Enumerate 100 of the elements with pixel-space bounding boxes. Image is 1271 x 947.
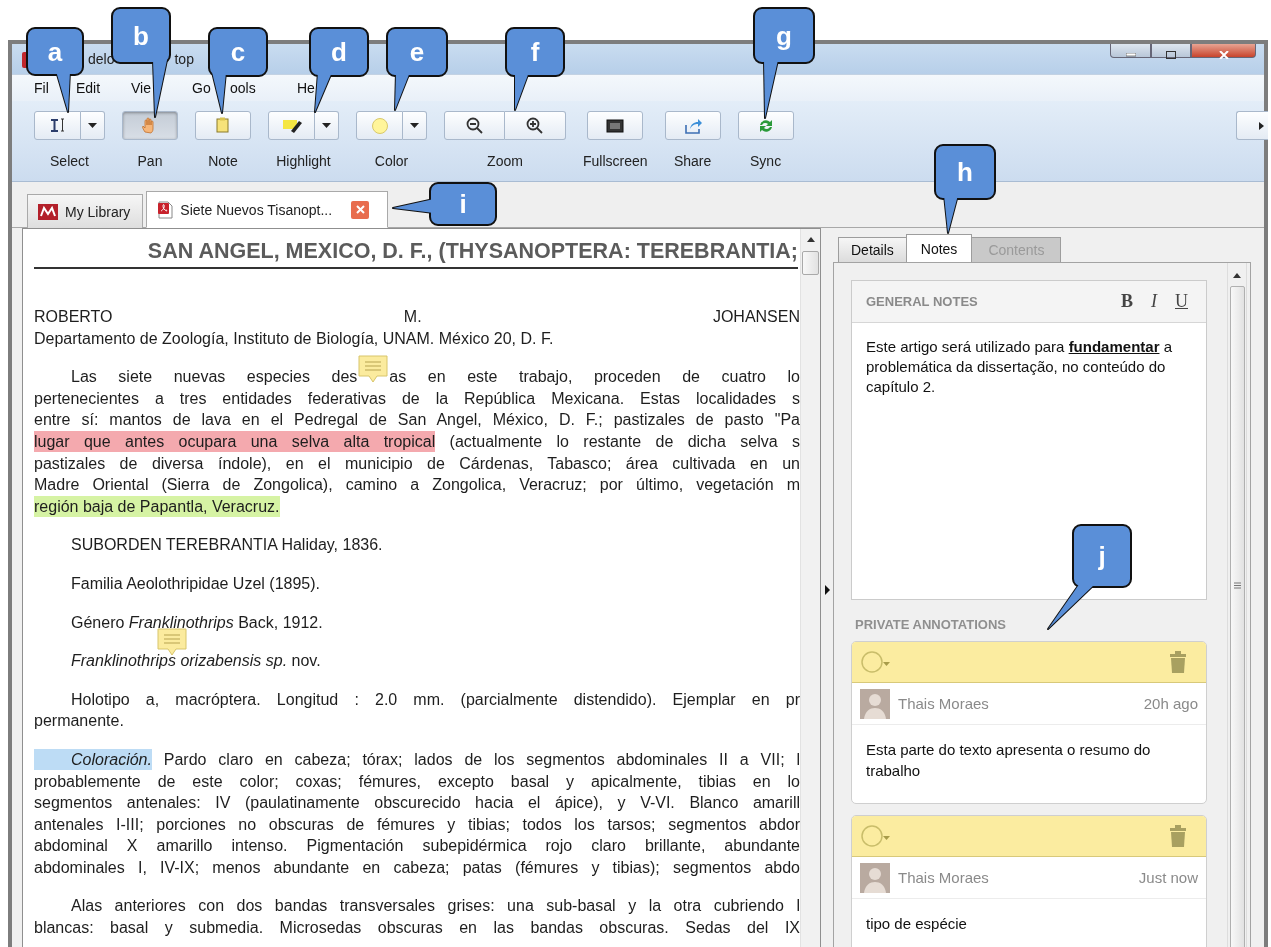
caret-icon xyxy=(88,123,97,128)
sync-button[interactable] xyxy=(737,111,794,140)
zoom-out-icon xyxy=(464,115,485,136)
text-line: ROBERTO M. JOHANSEN xyxy=(34,308,800,325)
tab-close-button[interactable] xyxy=(351,200,370,219)
text-line: abdominal X amarillo intenso. Pigmentación subepidérmica rojo claro brillante, abundante xyxy=(34,837,800,855)
close-icon xyxy=(1218,50,1229,59)
tool-label: Select xyxy=(50,153,89,169)
annotation-text: tipo de espécie xyxy=(865,914,968,934)
text-line: permanente. xyxy=(34,712,124,730)
splitter-arrow-icon[interactable] xyxy=(824,585,830,595)
tool-label: Share xyxy=(673,153,712,169)
avatar-silhouette-icon xyxy=(860,688,890,719)
tool-label: Zoom xyxy=(487,153,523,169)
callout-letter: d xyxy=(331,37,347,67)
text-line: Las siete nuevas especies des xyxy=(70,368,358,386)
text-line: pertenecientes a tres entidades federativas de la República Mexicana. Estas localidades s xyxy=(34,389,800,407)
menu-item[interactable]: Fil xyxy=(34,80,49,96)
menu-item[interactable]: Vie xyxy=(131,80,151,96)
menu-item[interactable]: He xyxy=(297,80,315,96)
close-button[interactable] xyxy=(1191,44,1256,58)
text-line: blancas: basal y submedia. Microsedas obscuras en las bandas obscuras. Sedas del IX xyxy=(34,919,800,937)
author-name: Thais Moraes xyxy=(898,869,990,886)
dropdown-button[interactable] xyxy=(403,111,427,140)
scrollbar-thumb[interactable] xyxy=(1229,285,1245,947)
text-line: Madre Oriental (Sierra de Zongolica), camino a Zongolica, Veracruz; por último, vegetación m xyxy=(34,476,800,494)
scrollbar[interactable] xyxy=(800,229,820,947)
highlighted-text: lugar que antes ocupara una selva alta tropical xyxy=(34,430,436,452)
tool-label: Pan xyxy=(137,153,163,169)
document-tab[interactable]: Siete Nuevos Tisanopt... xyxy=(146,191,389,228)
panel-tab[interactable]: Notes xyxy=(905,234,973,262)
text-line: probablemente de este color; coxas; fémures, excepto basal y apicalmente, tibias en lo xyxy=(34,772,800,790)
text-cursor-button[interactable] xyxy=(34,111,81,140)
panel-tab[interactable]: Details xyxy=(838,237,907,262)
callout-letter: j xyxy=(1098,541,1106,571)
pdf-file-icon xyxy=(157,200,174,219)
chevron-icon xyxy=(1259,121,1264,130)
window-title: delo xyxy=(88,51,115,67)
timestamp: Just now xyxy=(1138,869,1198,886)
zoom-out-button[interactable] xyxy=(444,111,505,140)
callout-letter: a xyxy=(47,36,63,67)
dropdown-button[interactable] xyxy=(315,111,339,140)
callout-letter: b xyxy=(133,20,149,51)
text-line: Franklinothrips orizabensis sp. nov. xyxy=(70,652,321,670)
tab-label: Siete Nuevos Tisanopt... xyxy=(180,201,333,218)
grip-icon xyxy=(1233,581,1241,589)
zoom-in-button[interactable] xyxy=(505,111,566,140)
text-line: pastizales de diversa índole), en el municipio de Cárdenas, Tabasco; área cultivada en un xyxy=(34,454,800,472)
toolbar-overflow-button[interactable] xyxy=(1236,111,1268,140)
scrollbar-thumb[interactable] xyxy=(802,251,819,275)
maximize-icon xyxy=(1166,50,1176,59)
caret-icon xyxy=(410,123,419,128)
callout-letter: f xyxy=(530,37,540,67)
callout-letter: c xyxy=(230,37,246,67)
scroll-up-arrow-icon[interactable] xyxy=(1233,273,1241,278)
scrollbar[interactable] xyxy=(1227,263,1247,947)
menu-item[interactable]: ools xyxy=(230,80,256,96)
highlighted-text: Coloración. xyxy=(34,748,152,770)
zoom-in-icon xyxy=(525,115,545,136)
text-line: antenales I-III; porciones no obscuras de fémures y tibias; todos los tarsos; segmentos abdor xyxy=(34,815,800,833)
minimize-button[interactable] xyxy=(1110,44,1151,58)
text-line: entre sí: mantos de lava en el Pedregal de San Angel, México, D. F.; pastizales de pasto "Pa xyxy=(34,411,800,429)
callout-letter: h xyxy=(957,157,973,187)
library-logo-icon xyxy=(38,203,58,220)
annotation-text: Esta parte do texto apresenta o resumo do trabalho xyxy=(865,740,1152,781)
text-line: Departamento de Zoología, Instituto de Biología, UNAM. México 20, D. F. xyxy=(34,329,554,347)
avatar-silhouette-icon xyxy=(860,862,890,893)
document-tab[interactable]: My Library xyxy=(27,194,144,228)
tool-label: Sync xyxy=(750,153,782,169)
menu-item[interactable]: Edit xyxy=(76,80,101,96)
fullscreen-button[interactable] xyxy=(587,111,644,140)
share-button[interactable] xyxy=(664,111,721,140)
text-line: Back, 1912. xyxy=(237,613,323,631)
text-line: as en este trabajo, proceden de cuatro lo xyxy=(389,368,800,386)
caret-icon xyxy=(322,123,331,128)
scroll-up-arrow-icon[interactable] xyxy=(806,237,815,242)
tool-label: Color xyxy=(374,153,409,169)
format-button[interactable]: U xyxy=(1169,291,1194,312)
section-title: PRIVATE ANNOTATIONS xyxy=(855,617,1007,632)
text-line: abdominales I, IV-IX; menos abundante en cabeza; patas (fémures y tibias); segmentos abdo xyxy=(34,858,800,876)
highlighted-text: región baja de Papantla, Veracruz. xyxy=(34,495,280,517)
tool-label: Note xyxy=(208,153,238,169)
color-circle-button[interactable] xyxy=(356,111,403,140)
section-title: GENERAL NOTES xyxy=(866,294,979,309)
text-line: segmentos antenales: IV (paulatinamente obscurecido hacia el ápice), y V-VI. Blanco amarill xyxy=(34,794,800,812)
dropdown-button[interactable] xyxy=(81,111,105,140)
timestamp: 20h ago xyxy=(1143,695,1198,712)
text-line: Pardo claro en cabeza; tórax; lados de los segmentos abdominales II a VII; l xyxy=(162,750,800,768)
minimize-icon xyxy=(1125,52,1136,57)
highlighter-button[interactable] xyxy=(268,111,315,140)
format-button[interactable]: I xyxy=(1145,291,1163,312)
callout-letter: g xyxy=(776,20,792,51)
maximize-button[interactable] xyxy=(1151,44,1191,58)
menu-item[interactable]: Go xyxy=(192,80,211,96)
document-heading: SAN ANGEL, MEXICO, D. F., (THYSANOPTERA: TEREBRANTIA; xyxy=(34,237,798,269)
format-button[interactable]: B xyxy=(1115,291,1139,312)
callout-letter: i xyxy=(459,189,467,219)
text-line: Género Franklinothrips xyxy=(70,613,234,631)
text-line: Alas anteriores con dos bandas transversales grises: una sub-basal y la otra cubriendo l xyxy=(70,897,800,915)
text-line: Holotipo a, macróptera. Longitud : 2.0 mm. (parcialmente distendido). Ejemplar en pr xyxy=(70,690,800,708)
